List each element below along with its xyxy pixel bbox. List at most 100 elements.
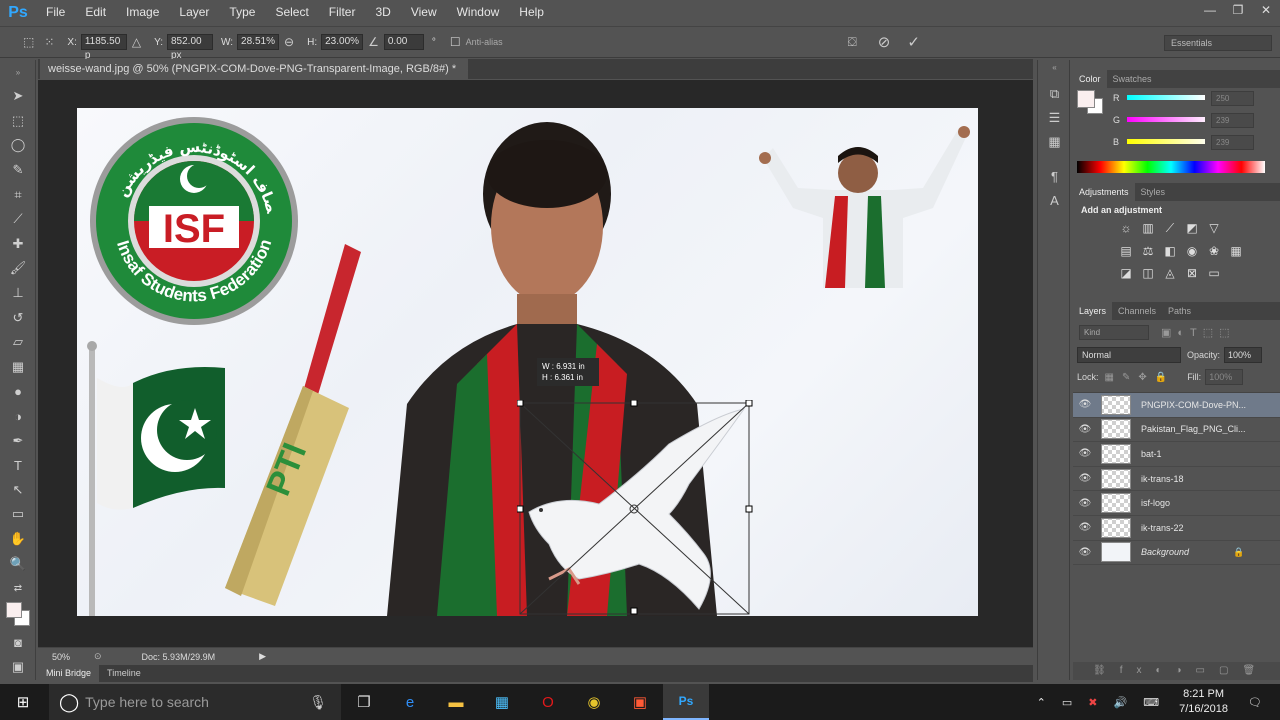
menu-window[interactable]: Window bbox=[447, 0, 510, 25]
layer-row[interactable]: 👁 ik-trans-18 bbox=[1073, 467, 1280, 492]
stamp-tool-icon[interactable]: ⊥ bbox=[0, 281, 36, 306]
tab-color[interactable]: Color bbox=[1073, 70, 1107, 88]
invert-icon[interactable]: ◪ bbox=[1115, 264, 1137, 282]
microphone-icon[interactable]: 🎙 bbox=[309, 694, 327, 711]
layer-row-background[interactable]: 👁 Background 🔒 bbox=[1073, 541, 1280, 566]
vibrance-icon[interactable]: ▽ bbox=[1203, 219, 1225, 237]
eye-icon[interactable]: 👁 bbox=[1073, 424, 1097, 435]
levels-icon[interactable]: ▥ bbox=[1137, 219, 1159, 237]
layer-row[interactable]: 👁 PNGPIX-COM-Dove-PN... bbox=[1073, 393, 1280, 418]
edge-icon[interactable]: e bbox=[387, 684, 433, 720]
tab-adjustments[interactable]: Adjustments bbox=[1073, 183, 1135, 201]
transform-bounding-box[interactable] bbox=[517, 400, 753, 616]
healing-tool-icon[interactable]: ✚ bbox=[0, 232, 36, 257]
move-tool-icon[interactable]: ➤ bbox=[0, 84, 36, 109]
tab-styles[interactable]: Styles bbox=[1135, 183, 1172, 201]
g-value-input[interactable]: 239 bbox=[1211, 113, 1254, 128]
history-brush-tool-icon[interactable]: ↺ bbox=[0, 305, 36, 330]
b-value-input[interactable]: 239 bbox=[1211, 135, 1254, 150]
menu-edit[interactable]: Edit bbox=[75, 0, 116, 25]
posterize-icon[interactable]: ◫ bbox=[1137, 264, 1159, 282]
menu-view[interactable]: View bbox=[401, 0, 447, 25]
eye-icon[interactable]: 👁 bbox=[1073, 448, 1097, 459]
tab-layers[interactable]: Layers bbox=[1073, 302, 1113, 320]
menu-type[interactable]: Type bbox=[219, 0, 265, 25]
layer-row[interactable]: 👁 isf-logo bbox=[1073, 491, 1280, 516]
g-slider[interactable] bbox=[1127, 117, 1205, 122]
menu-help[interactable]: Help bbox=[509, 0, 554, 25]
link-icon[interactable]: ⊖ bbox=[284, 35, 294, 49]
transform-handle[interactable] bbox=[517, 400, 524, 407]
strip-collapse-icon[interactable]: « bbox=[1038, 60, 1071, 74]
workspace-select[interactable]: Essentials bbox=[1164, 35, 1272, 51]
b-slider[interactable] bbox=[1127, 139, 1205, 144]
marquee-tool-icon[interactable]: ⬚ bbox=[0, 109, 36, 134]
volume-icon[interactable]: 🔊 bbox=[1114, 696, 1128, 709]
tab-mini-bridge[interactable]: Mini Bridge bbox=[38, 665, 100, 682]
gradient-tool-icon[interactable]: ▦ bbox=[0, 355, 36, 380]
eye-icon[interactable]: 👁 bbox=[1073, 473, 1097, 484]
lock-icons[interactable]: ▦✎✥🔒 bbox=[1105, 372, 1176, 383]
task-view-icon[interactable]: ❐ bbox=[341, 684, 387, 720]
color-balance-icon[interactable]: ⚖ bbox=[1137, 242, 1159, 260]
warp-icon[interactable]: ⛋ bbox=[848, 35, 857, 50]
transform-tool-icon[interactable]: ⬚ bbox=[23, 35, 34, 49]
zoom-level[interactable]: 50% bbox=[52, 652, 90, 662]
tab-channels[interactable]: Channels bbox=[1112, 302, 1162, 320]
paragraph-panel-icon[interactable]: ¶ bbox=[1038, 164, 1071, 188]
photoshop-taskbar-icon[interactable]: Ps bbox=[663, 684, 709, 720]
transform-handle[interactable] bbox=[745, 400, 753, 407]
antialias-checkbox[interactable]: ☐ bbox=[450, 35, 461, 49]
status-info-icon[interactable]: ⊙ bbox=[94, 651, 102, 662]
quick-mask-icon[interactable]: ◙ bbox=[0, 630, 36, 655]
close-document-icon[interactable]: × bbox=[467, 63, 468, 75]
commit-transform-icon[interactable]: ✓ bbox=[907, 33, 920, 51]
eraser-tool-icon[interactable]: ▱ bbox=[0, 330, 36, 355]
transform-handle[interactable] bbox=[745, 505, 753, 513]
menu-image[interactable]: Image bbox=[116, 0, 169, 25]
screen-mode-icon[interactable]: ▣ bbox=[0, 655, 36, 680]
hue-saturation-icon[interactable]: ▤ bbox=[1115, 242, 1137, 260]
battery-icon[interactable]: ▭ bbox=[1062, 696, 1072, 709]
type-tool-icon[interactable]: T bbox=[0, 453, 36, 478]
fill-input[interactable]: 100% bbox=[1205, 369, 1244, 385]
history-panel-icon[interactable]: ⧉ bbox=[1038, 82, 1071, 106]
hand-tool-icon[interactable]: ✋ bbox=[0, 527, 36, 552]
layers-footer-icons[interactable]: ⛓fx◐◑▭▢🗑 bbox=[1073, 662, 1280, 680]
threshold-icon[interactable]: ◬ bbox=[1159, 264, 1181, 282]
menu-layer[interactable]: Layer bbox=[169, 0, 219, 25]
store-icon[interactable]: ▦ bbox=[479, 684, 525, 720]
gradient-map-icon[interactable]: ▭ bbox=[1203, 264, 1225, 282]
color-swatches[interactable] bbox=[0, 600, 36, 630]
swap-colors-icon[interactable]: ⇄ bbox=[0, 576, 36, 601]
app-icon[interactable]: ▣ bbox=[617, 684, 663, 720]
zoom-tool-icon[interactable]: 🔍 bbox=[0, 551, 36, 576]
foreground-color-swatch[interactable] bbox=[6, 602, 22, 619]
status-menu-arrow-icon[interactable]: ▶ bbox=[259, 651, 266, 662]
transform-handle[interactable] bbox=[630, 607, 638, 615]
menu-filter[interactable]: Filter bbox=[319, 0, 366, 25]
chrome-icon[interactable]: ◉ bbox=[571, 684, 617, 720]
document-tab[interactable]: weisse-wand.jpg @ 50% (PNGPIX-COM-Dove-P… bbox=[40, 59, 468, 79]
tab-paths[interactable]: Paths bbox=[1162, 302, 1197, 320]
color-spectrum[interactable] bbox=[1077, 161, 1265, 173]
exposure-icon[interactable]: ◩ bbox=[1181, 219, 1203, 237]
shape-tool-icon[interactable]: ▭ bbox=[0, 502, 36, 527]
menu-select[interactable]: Select bbox=[265, 0, 318, 25]
windows-start-icon[interactable]: ⊞ bbox=[0, 684, 46, 720]
dodge-tool-icon[interactable]: ◑ bbox=[0, 404, 36, 429]
layer-filter-icons[interactable]: ▣◐T⬚⬚ bbox=[1161, 326, 1236, 339]
quick-select-tool-icon[interactable]: ✎ bbox=[0, 158, 36, 183]
layer-row[interactable]: 👁 bat-1 bbox=[1073, 442, 1280, 467]
x-input[interactable]: 1185.50 p bbox=[80, 34, 127, 61]
tab-swatches[interactable]: Swatches bbox=[1107, 70, 1158, 88]
file-explorer-icon[interactable]: ▬ bbox=[433, 684, 479, 720]
tab-timeline[interactable]: Timeline bbox=[99, 665, 149, 682]
height-input[interactable]: 23.00% bbox=[321, 34, 364, 50]
swatch-panel-icon[interactable]: ▦ bbox=[1038, 130, 1071, 154]
layer-row[interactable]: 👁 ik-trans-22 bbox=[1073, 516, 1280, 541]
photo-filter-icon[interactable]: ◉ bbox=[1181, 242, 1203, 260]
y-input[interactable]: 852.00 px bbox=[167, 34, 213, 61]
r-value-input[interactable]: 250 bbox=[1211, 91, 1254, 106]
taskbar-search[interactable]: ◯ Type here to search 🎙 bbox=[49, 684, 341, 720]
